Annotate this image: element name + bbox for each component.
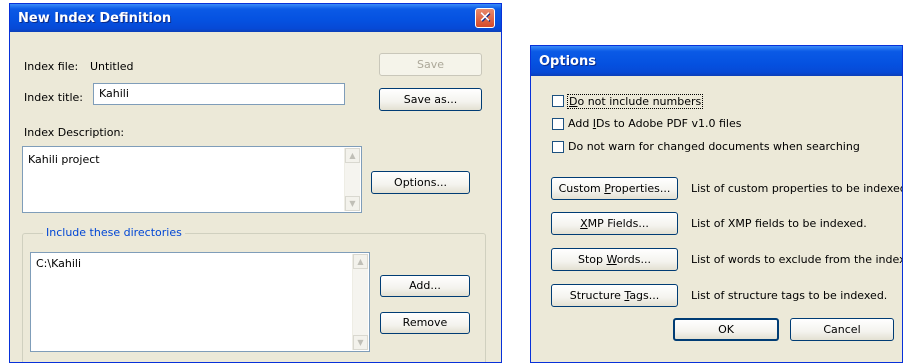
cancel-button[interactable]: Cancel [790,318,894,341]
index-description-label: Index Description: [24,126,125,139]
stop-words-description: List of words to exclude from the index. [691,253,903,266]
scroll-up-arrow-icon[interactable]: ▲ [353,254,368,269]
index-title-input[interactable]: Kahili [93,83,345,105]
xmp-fields-description: List of XMP fields to be indexed. [691,217,867,230]
add-directory-button[interactable]: Add... [380,275,470,297]
index-file-value: Untitled [90,60,134,73]
add-ids-checkbox[interactable] [552,118,564,130]
xmp-fields-button[interactable]: XMP Fields... [551,212,678,235]
dialog-title: New Index Definition [18,11,172,26]
close-icon[interactable]: ✕ [475,8,495,28]
directories-group-label: Include these directories [43,226,185,239]
no-warn-changed-checkbox[interactable] [552,141,564,153]
options-dialog: Options Do not include numbers Add IDs t… [530,45,903,363]
custom-properties-description: List of custom properties to be indexed. [691,182,903,195]
add-ids-label: Add IDs to Adobe PDF v1.0 files [568,117,742,130]
structure-tags-button[interactable]: Structure Tags... [551,284,678,307]
options-titlebar[interactable]: Options [531,46,902,76]
options-button[interactable]: Options... [371,171,470,194]
directories-scrollbar[interactable]: ▲ ▼ [352,254,368,350]
custom-properties-button[interactable]: Custom Properties... [551,177,678,200]
structure-tags-description: List of structure tags to be indexed. [691,289,888,302]
save-button[interactable]: Save [379,53,482,76]
no-warn-changed-label: Do not warn for changed documents when s… [568,140,860,153]
scroll-up-arrow-icon[interactable]: ▲ [345,148,360,163]
save-as-button[interactable]: Save as... [379,88,482,111]
index-file-label: Index file: [24,60,79,73]
new-index-definition-dialog: New Index Definition ✕ Index file: Untit… [9,3,502,363]
index-description-textarea[interactable]: Kahili project ▲ ▼ [22,146,362,213]
dialog-titlebar[interactable]: New Index Definition ✕ [10,4,501,32]
index-title-label: Index title: [24,91,83,104]
scroll-down-arrow-icon[interactable]: ▼ [345,196,360,211]
options-title: Options [539,54,596,69]
directory-item[interactable]: C:\Kahili [36,257,364,270]
no-numbers-label: Do not include numbers [567,94,704,109]
stop-words-button[interactable]: Stop Words... [551,248,678,271]
index-description-text: Kahili project [28,153,100,166]
no-numbers-checkbox[interactable] [552,95,564,107]
description-scrollbar[interactable]: ▲ ▼ [344,148,360,211]
remove-directory-button[interactable]: Remove [380,312,470,334]
ok-button[interactable]: OK [673,318,779,341]
scroll-down-arrow-icon[interactable]: ▼ [353,335,368,350]
directories-list[interactable]: C:\Kahili ▲ ▼ [30,252,370,352]
